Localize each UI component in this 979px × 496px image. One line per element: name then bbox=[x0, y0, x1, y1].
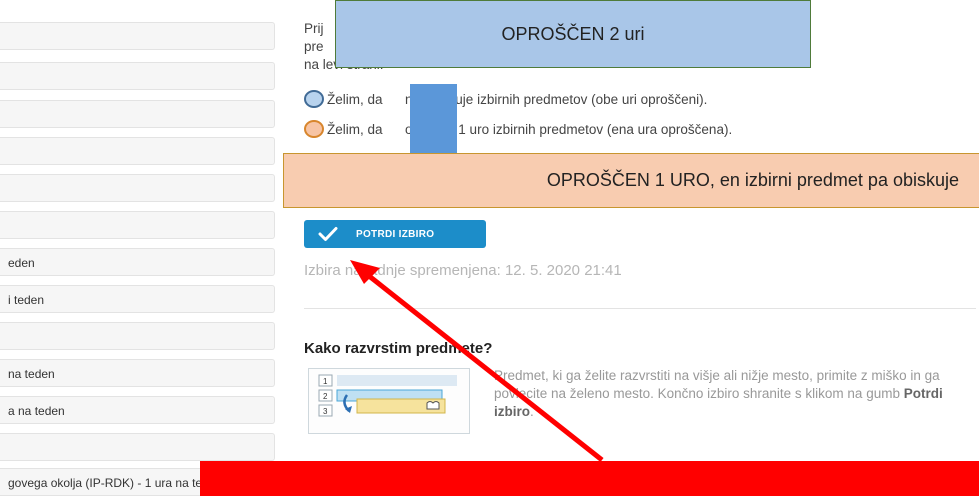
sidebar-item[interactable] bbox=[0, 137, 275, 165]
number-label: 1 bbox=[323, 377, 328, 386]
radio-button[interactable] bbox=[304, 90, 324, 108]
number-label: 3 bbox=[323, 407, 328, 416]
sidebar-item[interactable] bbox=[0, 100, 275, 128]
sidebar-item[interactable] bbox=[0, 211, 275, 239]
sidebar-item[interactable] bbox=[0, 433, 275, 461]
option-label: Želim, da obiskuje 1 uro izbirnih predme… bbox=[327, 121, 733, 137]
sidebar-item[interactable] bbox=[0, 322, 275, 350]
sidebar-item[interactable]: na teden bbox=[0, 359, 275, 387]
option-exempt-both[interactable]: Želim, da ne obiskuje izbirnih predmetov… bbox=[304, 88, 707, 110]
sidebar-item[interactable] bbox=[0, 22, 275, 50]
annotation-red-bar bbox=[200, 461, 979, 496]
sidebar-item[interactable]: a na teden bbox=[0, 396, 275, 424]
option-label: Želim, da ne obiskuje izbirnih predmetov… bbox=[327, 91, 708, 107]
sidebar: eden i teden na teden a na teden govega … bbox=[0, 0, 280, 496]
confirm-button-label: POTRDI IZBIRO bbox=[356, 228, 435, 240]
sidebar-item[interactable] bbox=[0, 174, 275, 202]
check-icon bbox=[318, 227, 338, 241]
radio-button[interactable] bbox=[304, 120, 324, 138]
confirm-button[interactable]: POTRDI IZBIRO bbox=[304, 220, 486, 248]
red-arrow-icon bbox=[350, 260, 604, 462]
option-exempt-one[interactable]: Želim, da obiskuje 1 uro izbirnih predme… bbox=[304, 118, 732, 140]
sidebar-item[interactable]: i teden bbox=[0, 285, 275, 313]
number-label: 2 bbox=[323, 392, 328, 401]
sidebar-item[interactable]: eden bbox=[0, 248, 275, 276]
sidebar-item[interactable] bbox=[0, 62, 275, 90]
annotation-box-exempt-two: OPROŠČEN 2 uri bbox=[335, 0, 811, 68]
annotation-box-exempt-one: OPROŠČEN 1 URO, en izbirni predmet pa ob… bbox=[283, 153, 979, 208]
